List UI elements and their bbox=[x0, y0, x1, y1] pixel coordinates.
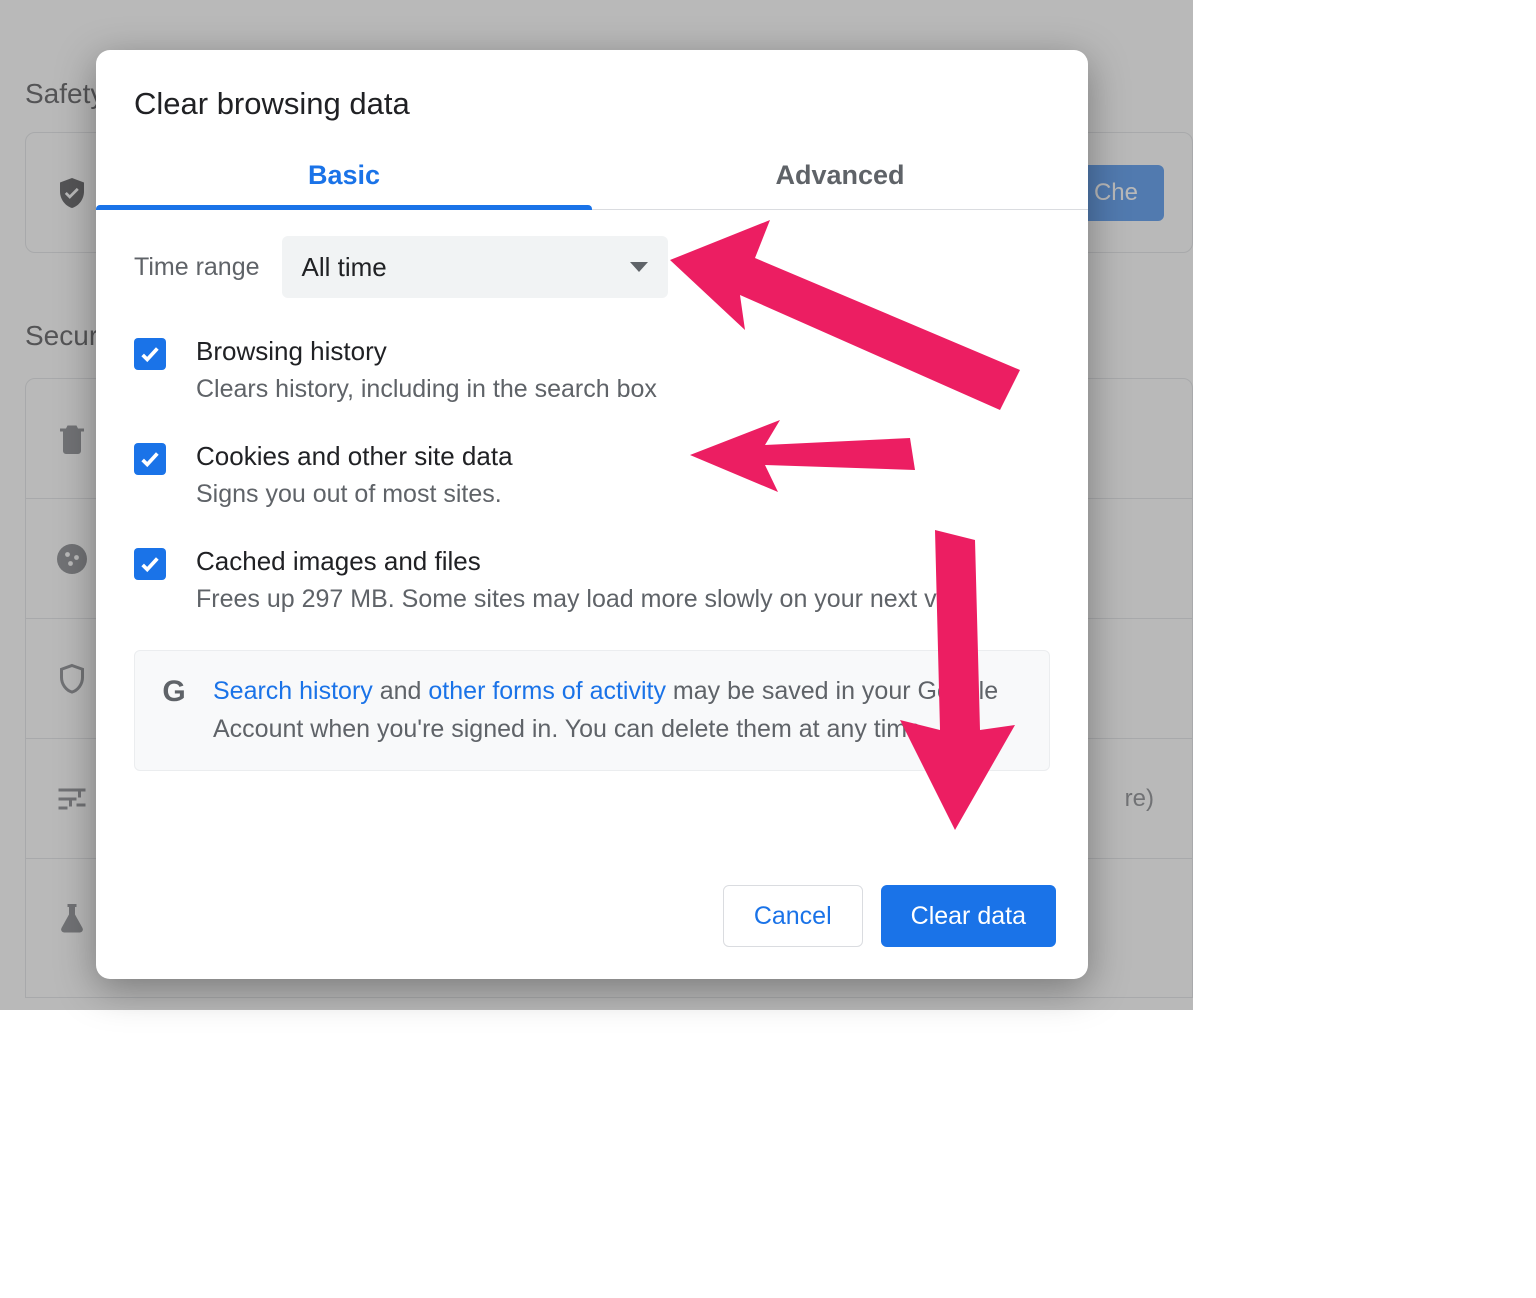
option-desc: Signs you out of most sites. bbox=[196, 478, 1050, 512]
dialog-tabs: Basic Advanced bbox=[96, 146, 1088, 210]
checkbox-cached[interactable] bbox=[134, 548, 166, 580]
clear-data-button[interactable]: Clear data bbox=[881, 885, 1056, 947]
check-icon bbox=[139, 343, 161, 365]
other-activity-link[interactable]: other forms of activity bbox=[428, 677, 666, 705]
info-text: Search history and other forms of activi… bbox=[213, 673, 1025, 748]
option-title: Cached images and files bbox=[196, 546, 1050, 577]
checkbox-cookies[interactable] bbox=[134, 443, 166, 475]
option-desc: Frees up 297 MB. Some sites may load mor… bbox=[196, 583, 1050, 617]
search-history-link[interactable]: Search history bbox=[213, 677, 373, 705]
google-logo-icon: G bbox=[159, 677, 189, 707]
time-range-row: Time range All time bbox=[134, 236, 1050, 298]
dialog-footer: Cancel Clear data bbox=[96, 885, 1088, 979]
tab-advanced[interactable]: Advanced bbox=[592, 146, 1088, 209]
chevron-down-icon bbox=[630, 262, 648, 272]
dialog-title: Clear browsing data bbox=[96, 50, 1088, 146]
dialog-content: Time range All time Browsing history Cle… bbox=[96, 210, 1088, 885]
option-title: Cookies and other site data bbox=[196, 441, 1050, 472]
checkbox-browsing-history[interactable] bbox=[134, 338, 166, 370]
cancel-button[interactable]: Cancel bbox=[723, 885, 863, 947]
google-account-info: G Search history and other forms of acti… bbox=[134, 650, 1050, 771]
clear-browsing-data-dialog: Clear browsing data Basic Advanced Time … bbox=[96, 50, 1088, 979]
option-browsing-history: Browsing history Clears history, includi… bbox=[134, 336, 1050, 407]
time-range-value: All time bbox=[302, 252, 630, 283]
check-icon bbox=[139, 553, 161, 575]
option-title: Browsing history bbox=[196, 336, 1050, 367]
tab-basic[interactable]: Basic bbox=[96, 146, 592, 209]
option-desc: Clears history, including in the search … bbox=[196, 373, 1050, 407]
option-cached: Cached images and files Frees up 297 MB.… bbox=[134, 546, 1050, 617]
time-range-select[interactable]: All time bbox=[282, 236, 668, 298]
check-icon bbox=[139, 448, 161, 470]
option-cookies: Cookies and other site data Signs you ou… bbox=[134, 441, 1050, 512]
time-range-label: Time range bbox=[134, 253, 260, 282]
